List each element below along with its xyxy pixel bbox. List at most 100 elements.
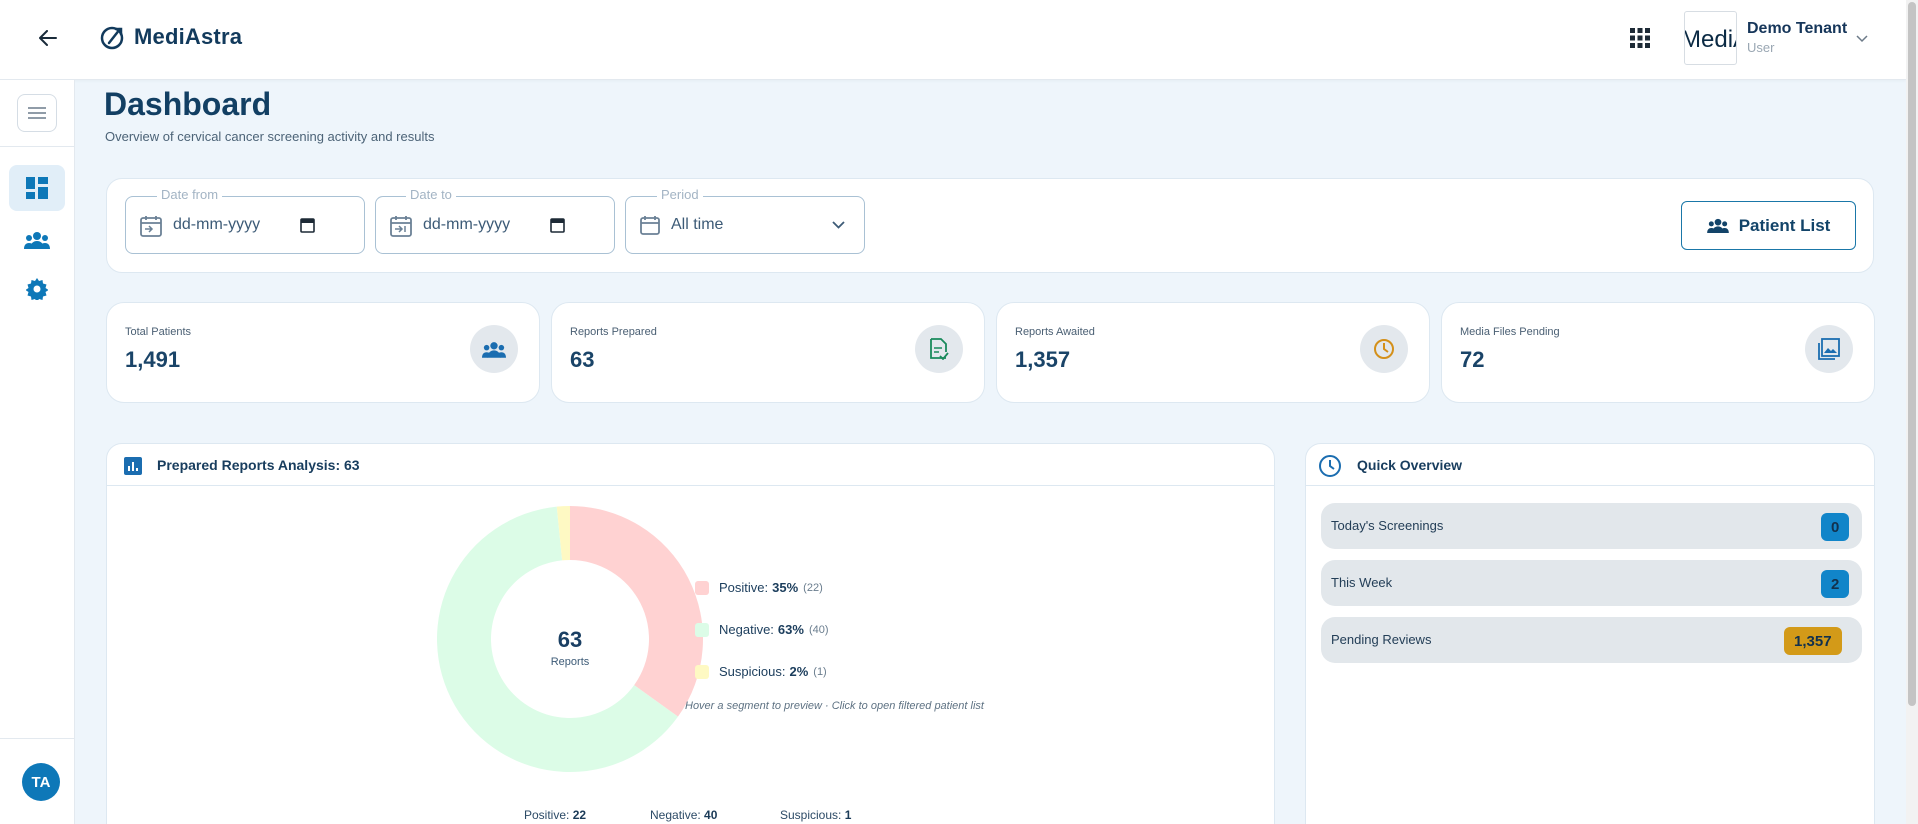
stat-label: Total Patients [125, 326, 192, 338]
page-title: Dashboard [104, 86, 272, 122]
calendar-icon[interactable] [300, 217, 315, 233]
tenant-logo-text: MediA [1684, 26, 1736, 53]
calendar-icon [640, 216, 660, 235]
summary-value: 22 [572, 808, 587, 822]
legend-swatch [695, 622, 709, 637]
stat-label: Media Files Pending [1460, 326, 1560, 338]
prepared-reports-card: Prepared Reports Analysis: 63 63 Reports… [106, 443, 1275, 824]
donut-center-label: Reports [551, 656, 590, 668]
page-subtitle: Overview of cervical cancer screening ac… [105, 129, 435, 144]
legend-percent: 2% [789, 664, 809, 679]
date-from-label: Date from [157, 187, 223, 202]
quick-row-week[interactable]: This Week 2 [1321, 560, 1862, 606]
period-select[interactable]: All time [625, 196, 865, 254]
bar-chart-icon [124, 457, 142, 475]
legend-label: Negative: [719, 622, 774, 637]
quick-overview-card: Quick Overview Today's Screenings 0 This… [1305, 443, 1875, 824]
user-avatar[interactable]: TA [22, 763, 60, 801]
legend-count: (40) [808, 623, 829, 636]
legend-item-positive[interactable]: Positive: 35% (22) [695, 580, 823, 595]
stat-label: Reports Awaited [1015, 326, 1095, 338]
date-to-field[interactable]: dd-mm-yyyy [375, 196, 615, 254]
stat-card-total-patients[interactable]: Total Patients 1,491 [106, 302, 540, 403]
logo-icon [100, 26, 124, 50]
people-icon [1706, 218, 1729, 233]
date-to-label: Date to [406, 187, 456, 202]
document-check-icon [930, 338, 949, 360]
clock-icon [1319, 455, 1341, 477]
arrow-left-icon [39, 30, 57, 46]
summary-value: 1 [844, 808, 852, 822]
date-from-field[interactable]: dd-mm-yyyy [125, 196, 365, 254]
summary-suspicious: Suspicious: 1 [780, 808, 851, 822]
top-bar: MediAstra MediA Demo Tenant User [0, 0, 1906, 80]
stat-icon-wrap [1805, 325, 1853, 373]
stat-value: 72 [1460, 347, 1485, 372]
donut-center-value: 63 [558, 627, 582, 652]
calendar-icon[interactable] [550, 217, 565, 233]
tenant-role: User [1747, 40, 1775, 55]
gear-icon [26, 278, 48, 300]
apps-grid-button[interactable] [1628, 26, 1652, 50]
chart-hint: Hover a segment to preview · Click to op… [685, 700, 984, 712]
stat-card-media-files-pending[interactable]: Media Files Pending 72 [1441, 302, 1875, 403]
stat-label: Reports Prepared [570, 326, 657, 338]
quick-row-label: Pending Reviews [1331, 632, 1432, 647]
stat-card-reports-prepared[interactable]: Reports Prepared 63 [551, 302, 985, 403]
sidebar-divider [0, 738, 75, 739]
summary-value: 40 [704, 808, 718, 822]
stat-value: 63 [570, 347, 595, 372]
sidebar-item-dashboard[interactable] [9, 165, 65, 211]
sidebar: TA [0, 80, 75, 824]
legend-swatch [695, 664, 709, 679]
legend-item-negative[interactable]: Negative: 63% (40) [695, 622, 829, 637]
hamburger-icon [28, 107, 46, 119]
people-icon [24, 232, 50, 249]
quick-row-badge: 2 [1821, 570, 1850, 598]
page-scrollbar[interactable] [1906, 0, 1918, 824]
app-name: MediAstra [134, 24, 243, 49]
summary-negative: Negative: 40 [650, 808, 717, 822]
dashboard-icon [26, 177, 48, 199]
sidebar-item-settings[interactable] [9, 266, 65, 312]
grid-icon [1630, 28, 1650, 48]
donut-chart[interactable]: 63 Reports [370, 489, 770, 809]
stat-value: 1,357 [1015, 347, 1071, 372]
tenant-menu-button[interactable] [1856, 30, 1868, 48]
legend-percent: 63% [777, 622, 804, 637]
legend-item-suspicious[interactable]: Suspicious: 2% (1) [695, 664, 827, 679]
stat-icon-wrap [915, 325, 963, 373]
donut-slice-positive[interactable] [570, 506, 703, 717]
legend-percent: 35% [772, 580, 799, 595]
period-value: All time [671, 216, 724, 233]
quick-overview-title: Quick Overview [1357, 457, 1463, 473]
stat-value: 1,491 [125, 347, 181, 372]
quick-row-pending[interactable]: Pending Reviews 1,357 [1321, 617, 1862, 663]
legend-label: Suspicious: [719, 664, 786, 679]
summary-label: Negative: [650, 808, 701, 822]
quick-row-today[interactable]: Today's Screenings 0 [1321, 503, 1862, 549]
menu-toggle-button[interactable] [17, 94, 57, 132]
sidebar-item-patients[interactable] [9, 217, 65, 263]
summary-label: Positive: [524, 808, 570, 822]
people-icon [482, 341, 506, 358]
scrollbar-thumb[interactable] [1908, 2, 1916, 706]
stat-card-reports-awaited[interactable]: Reports Awaited 1,357 [996, 302, 1430, 403]
image-icon [1818, 338, 1840, 360]
analysis-title: Prepared Reports Analysis: 63 [157, 457, 360, 473]
back-button[interactable] [34, 24, 62, 52]
legend-count: (1) [813, 665, 827, 678]
app-logo[interactable]: MediAstra [100, 24, 242, 50]
stat-icon-wrap [1360, 325, 1408, 373]
quick-row-badge: 1,357 [1784, 627, 1842, 655]
legend-swatch [695, 580, 709, 595]
tenant-logo[interactable]: MediA [1684, 11, 1737, 65]
legend-count: (22) [803, 581, 823, 594]
tenant-name[interactable]: Demo Tenant [1747, 20, 1847, 38]
summary-label: Suspicious: [780, 808, 842, 822]
sidebar-divider [0, 146, 75, 147]
date-from-value: dd-mm-yyyy [173, 216, 261, 233]
filter-card [106, 178, 1874, 273]
patient-list-button[interactable]: Patient List [1681, 201, 1856, 250]
legend-label: Positive: [719, 580, 769, 595]
